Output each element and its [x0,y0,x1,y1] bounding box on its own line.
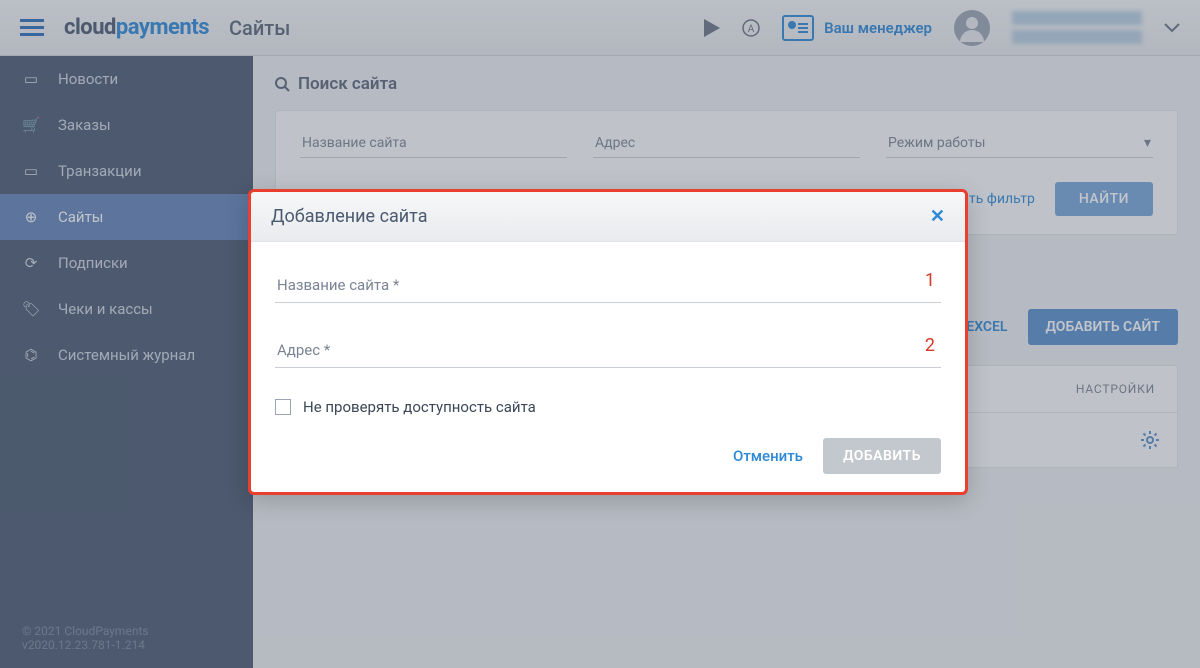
site-name-label: Название сайта * [277,276,399,294]
site-address-label: Адрес * [277,341,330,359]
close-icon[interactable]: ✕ [930,206,945,227]
skip-check-checkbox[interactable]: Не проверять доступность сайта [275,398,941,416]
submit-button[interactable]: ДОБАВИТЬ [823,438,941,474]
site-address-field[interactable]: Адрес * 2 [275,333,941,368]
add-site-modal: Добавление сайта ✕ Название сайта * 1 Ад… [248,189,968,495]
site-name-field[interactable]: Название сайта * 1 [275,268,941,303]
modal-title: Добавление сайта [271,206,427,227]
annotation-1: 1 [925,270,935,291]
checkbox-icon [275,399,291,415]
cancel-button[interactable]: Отменить [733,447,803,465]
checkbox-label: Не проверять доступность сайта [303,398,536,416]
annotation-2: 2 [925,335,935,356]
modal-header: Добавление сайта ✕ [251,192,965,242]
